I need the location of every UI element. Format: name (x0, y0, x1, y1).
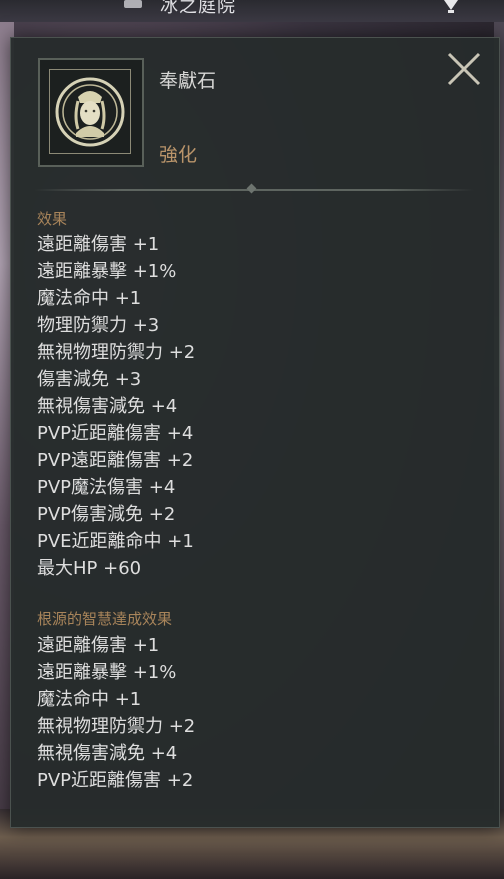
effects-list: 遠距離傷害 +1 遠距離暴擊 +1% 魔法命中 +1 物理防禦力 +3 無視物理… (37, 231, 195, 582)
location-title: 冰之庭院 (160, 0, 236, 17)
item-name: 奉獻石 (159, 70, 217, 92)
effect-item: 魔法命中 +1 (37, 288, 142, 309)
effect-item: 遠距離傷害 +1 (37, 234, 160, 255)
item-type: 強化 (159, 144, 198, 166)
item-tooltip-panel: 奉獻石 強化 效果 遠距離傷害 +1 遠距離暴擊 +1% 魔法命中 +1 物理防… (10, 37, 500, 828)
close-icon[interactable] (445, 50, 483, 88)
bonus-effects-list: 遠距離傷害 +1 遠距離暴擊 +1% 魔法命中 +1 無視物理防禦力 +2 無視… (37, 632, 195, 794)
effect-item: PVP近距離傷害 +4 (37, 423, 194, 444)
bonus-effect-item: 魔法命中 +1 (37, 689, 142, 710)
bonus-effect-item: 遠距離傷害 +1 (37, 635, 160, 656)
effects-section-title: 效果 (37, 210, 68, 228)
top-bar: 冰之庭院 (0, 0, 504, 22)
effect-item: 遠距離暴擊 +1% (37, 261, 177, 282)
effect-item: PVE近距離命中 +1 (37, 531, 194, 552)
goddess-portrait-icon (49, 69, 131, 154)
effect-item: 物理防禦力 +3 (37, 315, 160, 336)
effect-item: PVP遠距離傷害 +2 (37, 450, 194, 471)
effect-item: 無視傷害減免 +4 (37, 396, 178, 417)
bonus-effect-item: 無視物理防禦力 +2 (37, 716, 196, 737)
bonus-effect-item: 遠距離暴擊 +1% (37, 662, 177, 683)
effect-item: PVP魔法傷害 +4 (37, 477, 176, 498)
item-icon-frame (38, 58, 144, 167)
bonus-section-title: 根源的智慧達成效果 (37, 610, 173, 628)
effect-item: 無視物理防禦力 +2 (37, 342, 196, 363)
square-icon (124, 0, 142, 8)
effect-item: PVP傷害減免 +2 (37, 504, 176, 525)
effect-item: 傷害減免 +3 (37, 369, 142, 390)
bonus-effect-item: PVP近距離傷害 +2 (37, 770, 194, 791)
effect-item: 最大HP +60 (37, 558, 142, 579)
map-pin-icon[interactable] (440, 0, 462, 14)
bonus-effect-item: 無視傷害減免 +4 (37, 743, 178, 764)
divider-ornament (246, 183, 257, 194)
